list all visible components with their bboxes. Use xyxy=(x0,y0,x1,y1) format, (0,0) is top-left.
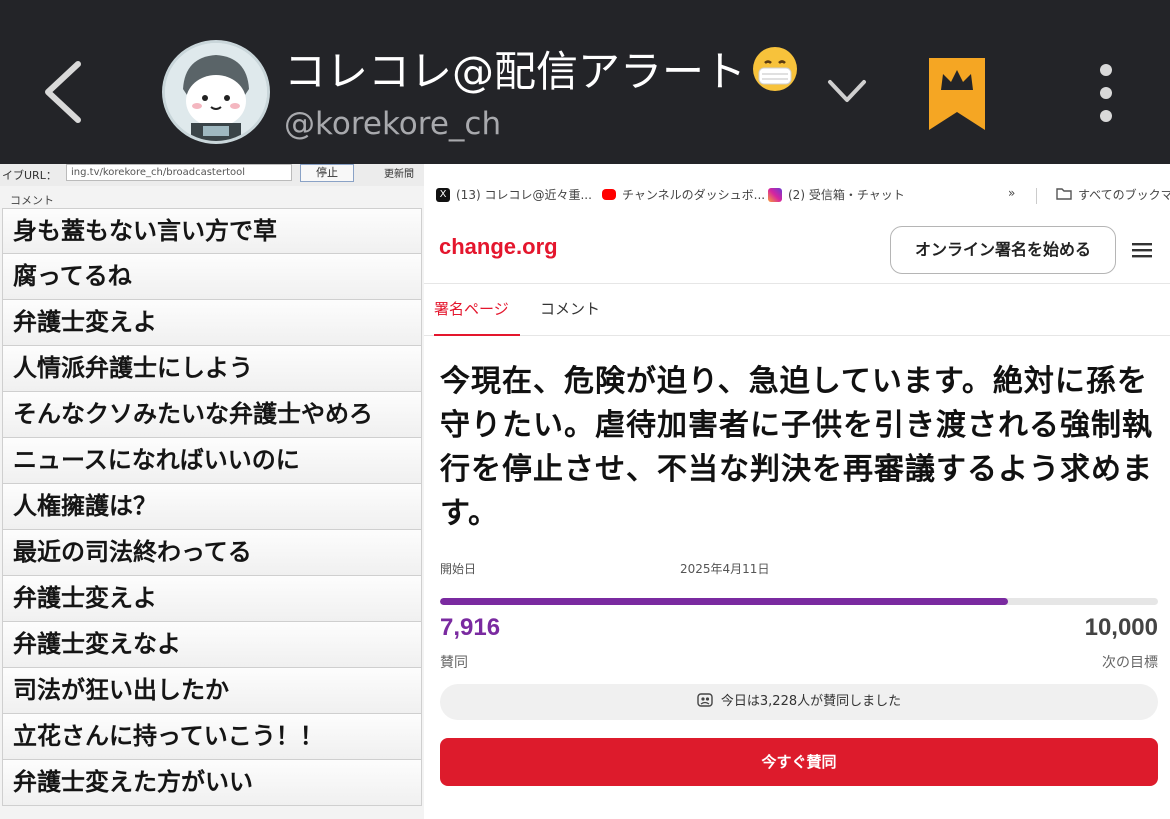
start-date-label: 開始日 xyxy=(440,562,477,576)
comment-item[interactable]: 腐ってるね xyxy=(2,254,422,300)
site-header: change.org オンライン署名を始める xyxy=(424,224,1170,284)
signature-count: 7,916 xyxy=(440,614,501,641)
signature-progress-fill xyxy=(440,598,1009,605)
active-tab-indicator xyxy=(434,334,520,336)
comment-item[interactable]: 人権擁護は？ xyxy=(2,484,422,530)
petition-title: 今現在、危険が迫り、急迫しています。絶対に孫を守りたい。虐待加害者に子供を引き渡… xyxy=(440,364,1153,531)
bookmarks-divider xyxy=(1036,188,1037,204)
bookmark-item[interactable]: (2) 受信箱・チャット xyxy=(768,186,905,203)
more-vertical-icon[interactable] xyxy=(1086,58,1126,128)
hamburger-menu-icon[interactable] xyxy=(1130,240,1154,260)
comment-viewer-panel: イブURL： ing.tv/korekore_ch/broadcastertoo… xyxy=(0,164,424,819)
comment-item[interactable]: 最近の司法終わってる xyxy=(2,530,422,576)
channel-name[interactable]: コレコレ@配信アラート xyxy=(284,44,800,98)
change-org-logo[interactable]: change.org xyxy=(439,234,558,260)
comment-list: 身も蓋もない言い方で草 腐ってるね 弁護士変えよ 人情派弁護士にしよう そんなク… xyxy=(2,208,422,806)
bookmark-item[interactable]: X (13) コレコレ@近々重... xyxy=(436,186,592,203)
bookmarks-bar: X (13) コレコレ@近々重... チャンネルのダッシュボ... (2) 受信… xyxy=(424,178,1170,212)
overflow-label: » xyxy=(1008,186,1016,200)
crown-bookmark-icon[interactable] xyxy=(925,56,989,132)
bookmark-label: チャンネルのダッシュボ... xyxy=(622,188,766,202)
bookmark-item[interactable]: チャンネルのダッシュボ... xyxy=(602,186,765,203)
chevron-down-icon[interactable] xyxy=(822,72,872,112)
comment-item[interactable]: そんなクソみたいな弁護士やめろ xyxy=(2,392,422,438)
refresh-interval-label[interactable]: 更新間 xyxy=(384,165,414,180)
tab-comments[interactable]: コメント xyxy=(540,298,600,319)
channel-avatar[interactable] xyxy=(162,40,270,144)
signature-count-label: 賛同 xyxy=(440,655,468,671)
url-row: イブURL： ing.tv/korekore_ch/broadcastertoo… xyxy=(0,164,424,186)
comment-item[interactable]: 人情派弁護士にしよう xyxy=(2,346,422,392)
all-bookmarks-label: すべてのブックマー xyxy=(1078,188,1170,202)
mask-face-emoji-icon xyxy=(750,44,800,94)
app-header: コレコレ@配信アラート @korekore_ch xyxy=(0,0,1170,164)
start-date: 2025年4月11日 xyxy=(680,562,770,576)
bookmark-label: (2) 受信箱・チャット xyxy=(788,188,905,202)
comment-item[interactable]: 弁護士変えた方がいい xyxy=(2,760,422,806)
today-signers-banner: 今日は3,228人が賛同しました xyxy=(440,684,1158,720)
sign-now-button[interactable]: 今すぐ賛同 xyxy=(440,738,1158,786)
x-icon: X xyxy=(436,187,450,202)
comment-item[interactable]: 司法が狂い出したか xyxy=(2,668,422,714)
url-input[interactable]: ing.tv/korekore_ch/broadcastertool xyxy=(66,164,292,181)
browser-window: X (13) コレコレ@近々重... チャンネルのダッシュボ... (2) 受信… xyxy=(424,164,1170,819)
start-petition-button[interactable]: オンライン署名を始める xyxy=(890,226,1116,274)
signature-goal-label: 次の目標 xyxy=(1102,655,1158,671)
instagram-icon xyxy=(768,187,782,202)
comment-item[interactable]: 立花さんに持っていこう！！ xyxy=(2,714,422,760)
bookmarks-overflow-button[interactable]: » xyxy=(1008,186,1015,200)
comment-item[interactable]: ニュースになればいいのに xyxy=(2,438,422,484)
all-bookmarks-button[interactable]: すべてのブックマー xyxy=(1056,186,1170,203)
folder-icon xyxy=(1056,187,1072,203)
stream-video[interactable]: イブURL： ing.tv/korekore_ch/broadcastertoo… xyxy=(0,164,1170,819)
bookmark-label: (13) コレコレ@近々重... xyxy=(456,188,592,202)
comments-label: コメント xyxy=(10,194,54,207)
stop-button[interactable]: 停止 xyxy=(300,164,354,182)
signature-goal: 10,000 xyxy=(1084,614,1158,641)
channel-name-text: コレコレ@配信アラート xyxy=(284,47,747,96)
tab-petition[interactable]: 署名ページ xyxy=(434,298,509,319)
comment-item[interactable]: 弁護士変えよ xyxy=(2,576,422,622)
youtube-icon xyxy=(602,189,616,200)
page-tabs: 署名ページ コメント xyxy=(424,284,1170,336)
channel-handle: @korekore_ch xyxy=(284,106,502,142)
signature-progress-bar xyxy=(440,598,1158,605)
comment-item[interactable]: 身も蓋もない言い方で草 xyxy=(2,208,422,254)
back-chevron-icon[interactable] xyxy=(36,56,96,128)
comment-item[interactable]: 弁護士変えよ xyxy=(2,300,422,346)
today-signers-text: 今日は3,228人が賛同しました xyxy=(720,694,902,709)
url-label: イブURL： xyxy=(2,169,57,182)
people-icon xyxy=(697,687,713,723)
comment-item[interactable]: 弁護士変えなよ xyxy=(2,622,422,668)
